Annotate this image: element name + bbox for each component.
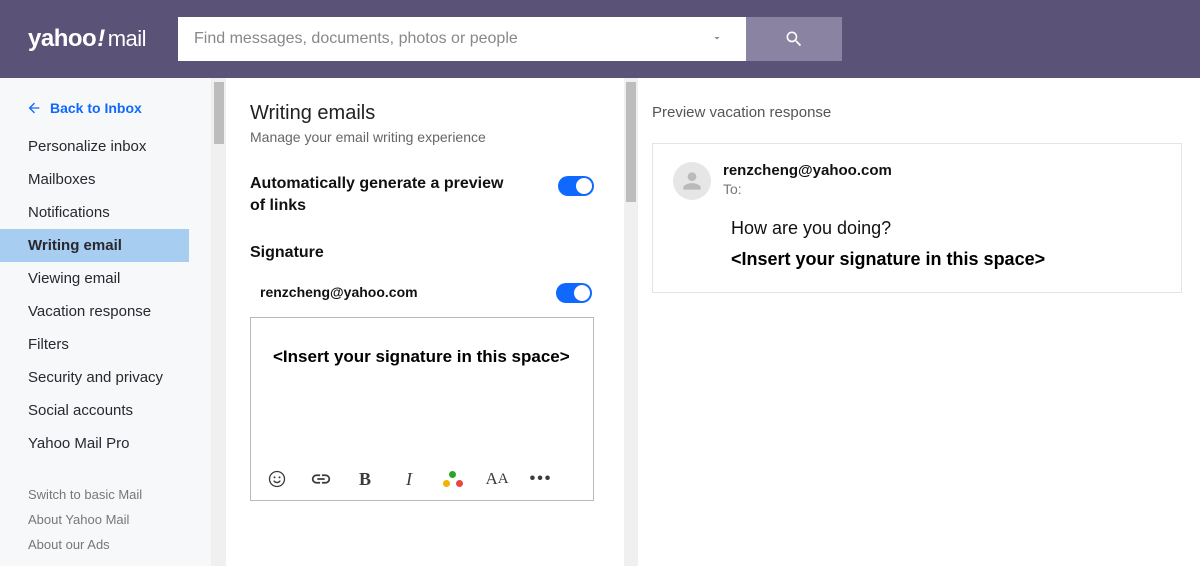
bold-icon[interactable]: B [353, 467, 377, 491]
signature-account-row: renzcheng@yahoo.com [250, 280, 594, 303]
app-header: yahoo!mail [0, 0, 1200, 78]
sidebar-item-personalize[interactable]: Personalize inbox [0, 130, 211, 163]
arrow-left-icon [26, 100, 42, 116]
preview-title: Preview vacation response [652, 104, 1182, 121]
avatar-icon [673, 162, 711, 200]
signature-editor[interactable]: <Insert your signature in this space> B … [250, 317, 594, 501]
text-color-icon[interactable] [441, 467, 465, 491]
sidebar-item-writing-email[interactable]: Writing email [0, 229, 189, 262]
chevron-down-icon[interactable] [704, 31, 730, 47]
sidebar-item-viewing-email[interactable]: Viewing email [0, 262, 211, 295]
logo-exclaim: ! [97, 25, 105, 53]
preview-card: renzcheng@yahoo.com To: How are you doin… [652, 143, 1182, 293]
search-box[interactable] [178, 17, 746, 61]
signature-heading: Signature [250, 244, 594, 262]
preview-to-label: To: [723, 181, 892, 197]
search-button[interactable] [746, 17, 842, 61]
sidebar-items: Personalize inbox Mailboxes Notification… [0, 128, 211, 460]
settings-content: Writing emails Manage your email writing… [212, 78, 624, 566]
settings-title: Writing emails [250, 102, 594, 125]
search-bar [178, 17, 842, 61]
toggle-signature[interactable] [556, 283, 592, 303]
setting-label: Automatically generate a preview of link… [250, 173, 510, 216]
settings-panel: Writing emails Manage your email writing… [212, 78, 624, 566]
scroll-thumb[interactable] [214, 82, 224, 144]
font-size-icon[interactable]: AA [485, 467, 509, 491]
sidebar-link-basic-mail[interactable]: Switch to basic Mail [0, 482, 211, 507]
scroll-thumb[interactable] [626, 82, 636, 202]
preview-header-row: renzcheng@yahoo.com To: [673, 162, 1161, 200]
emoji-icon[interactable] [265, 467, 289, 491]
sidebar-item-mailboxes[interactable]: Mailboxes [0, 163, 211, 196]
preview-from-email: renzcheng@yahoo.com [723, 162, 892, 179]
settings-sidebar: Back to Inbox Personalize inbox Mailboxe… [0, 78, 212, 566]
signature-toolbar: B I AA ••• [251, 458, 593, 500]
search-input[interactable] [194, 30, 704, 48]
logo-text-yahoo: yahoo [28, 25, 96, 53]
yahoo-mail-logo: yahoo!mail [28, 25, 146, 53]
search-icon [784, 29, 804, 49]
sidebar-item-vacation-response[interactable]: Vacation response [0, 295, 211, 328]
preview-body: How are you doing? <Insert your signatur… [673, 218, 1161, 270]
settings-subtitle: Manage your email writing experience [250, 129, 594, 145]
sidebar-item-mail-pro[interactable]: Yahoo Mail Pro [0, 427, 211, 460]
sidebar-item-filters[interactable]: Filters [0, 328, 211, 361]
scrollbar[interactable] [212, 78, 226, 566]
italic-icon[interactable]: I [397, 467, 421, 491]
link-icon[interactable] [309, 467, 333, 491]
sidebar-link-about-mail[interactable]: About Yahoo Mail [0, 507, 211, 532]
signature-textarea[interactable]: <Insert your signature in this space> [251, 318, 593, 458]
more-icon[interactable]: ••• [529, 467, 553, 491]
toggle-auto-preview[interactable] [558, 176, 594, 196]
sidebar-item-notifications[interactable]: Notifications [0, 196, 211, 229]
preview-signature-line: <Insert your signature in this space> [731, 249, 1161, 270]
sidebar-footer-links: Switch to basic Mail About Yahoo Mail Ab… [0, 460, 211, 557]
preview-panel: Preview vacation response renzcheng@yaho… [624, 78, 1200, 566]
back-link-label: Back to Inbox [50, 100, 142, 116]
setting-auto-preview-links: Automatically generate a preview of link… [250, 173, 594, 216]
preview-body-line: How are you doing? [731, 218, 1161, 239]
sidebar-item-security[interactable]: Security and privacy [0, 361, 211, 394]
logo-text-mail: mail [108, 26, 146, 52]
back-to-inbox-link[interactable]: Back to Inbox [0, 92, 211, 128]
preview-from-info: renzcheng@yahoo.com To: [723, 162, 892, 200]
scrollbar[interactable] [624, 78, 638, 566]
sidebar-link-about-ads[interactable]: About our Ads [0, 532, 211, 557]
signature-email: renzcheng@yahoo.com [252, 284, 418, 300]
sidebar-item-social[interactable]: Social accounts [0, 394, 211, 427]
app-body: Back to Inbox Personalize inbox Mailboxe… [0, 78, 1200, 566]
